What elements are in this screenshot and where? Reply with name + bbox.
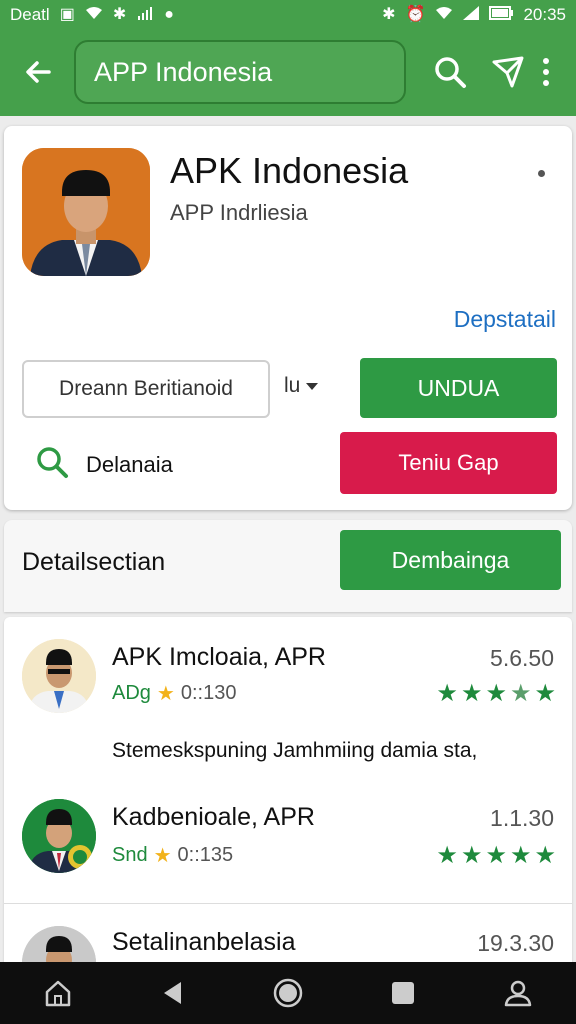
card-menu-dot[interactable] <box>538 170 545 177</box>
back-triangle-icon[interactable] <box>151 971 195 1015</box>
rating-stars: ★ ★ ★ ★ ★ <box>436 841 556 870</box>
language-select[interactable]: lu <box>284 374 319 398</box>
star-icon: ★ <box>485 842 507 869</box>
home-icon[interactable] <box>36 971 80 1015</box>
item-version: 5.6.50 <box>490 645 554 671</box>
alarm-icon: ⏰ <box>405 6 426 23</box>
detail-link[interactable]: Depstatail <box>454 306 556 333</box>
back-arrow-icon[interactable] <box>18 52 58 92</box>
battery-icon <box>489 6 514 24</box>
search-input[interactable]: APP Indonesia <box>74 40 406 104</box>
text-field-value: Dreann Beritianoid <box>59 377 233 400</box>
app-bar: APP Indonesia <box>0 30 576 116</box>
search-icon[interactable] <box>430 52 470 92</box>
app-icon <box>22 148 150 276</box>
section-button[interactable]: Dembainga <box>340 530 561 590</box>
star-icon: ★ <box>436 680 458 707</box>
navigation-bar <box>0 962 576 1024</box>
signal-icon <box>136 6 154 24</box>
signal-icon <box>463 6 480 24</box>
item-meta: Snd ★ 0::135 <box>112 843 233 868</box>
star-icon: ★ <box>485 680 507 707</box>
app-list: APK Imcloaia, APR 5.6.50 ADg ★ 0::130 ★ … <box>4 617 572 967</box>
star-icon: ★ <box>534 680 556 707</box>
item-version: 19.3.30 <box>477 930 554 956</box>
app-card: APK Indonesia APP Indrliesia Depstatail … <box>4 126 572 510</box>
account-icon[interactable] <box>496 971 540 1015</box>
star-icon: ★ <box>156 683 175 705</box>
star-icon: ★ <box>534 842 556 869</box>
list-item[interactable]: Setalinanbelasia 19.3.30 <box>4 904 572 967</box>
item-meta-value: 0::135 <box>177 844 234 866</box>
search-row[interactable]: Delanaia <box>34 444 173 486</box>
circle-icon: ● <box>164 6 174 23</box>
list-item[interactable]: Kadbenioale, APR 1.1.30 Snd ★ 0::135 ★ ★… <box>4 787 572 903</box>
rating-stars: ★ ★ ★ ★ ★ <box>436 679 556 708</box>
item-tag: Snd <box>112 844 148 866</box>
more-vert-icon[interactable] <box>532 52 560 92</box>
recents-square-icon[interactable] <box>381 971 425 1015</box>
avatar <box>22 926 96 967</box>
wifi-icon <box>435 6 453 24</box>
item-meta: ADg ★ 0::130 <box>112 681 236 706</box>
item-version: 1.1.30 <box>490 805 554 831</box>
search-label: Delanaia <box>86 452 173 477</box>
wifi-icon <box>85 6 103 24</box>
star-icon: ★ <box>153 845 172 867</box>
star-icon: ★ <box>460 842 483 869</box>
item-title: Kadbenioale, APR <box>112 803 315 831</box>
star-icon: ★ <box>460 680 483 707</box>
clock-label: 20:35 <box>523 5 566 24</box>
search-icon <box>34 444 70 486</box>
language-select-value: lu <box>284 374 301 397</box>
item-title: APK Imcloaia, APR <box>112 643 326 671</box>
download-button[interactable]: UNDUA <box>360 358 557 418</box>
share-icon[interactable] <box>488 52 528 92</box>
star-icon: ★ <box>509 842 532 869</box>
red-action-button[interactable]: Teniu Gap <box>340 432 557 494</box>
search-text: APP Indonesia <box>94 56 273 87</box>
item-meta-value: 0::130 <box>180 682 237 704</box>
avatar <box>22 639 96 713</box>
star-icon: ★ <box>436 842 458 869</box>
section-title: Detailsectian <box>22 548 166 576</box>
item-description: Stemeskspuning Jamhmiing damia sta, <box>112 739 478 762</box>
item-title: Setalinanbelasia <box>112 928 296 956</box>
item-tag: ADg <box>112 682 151 704</box>
carrier-label: Deatl <box>10 5 50 24</box>
list-item[interactable]: APK Imcloaia, APR 5.6.50 ADg ★ 0::130 ★ … <box>4 617 572 787</box>
chevron-down-icon <box>306 382 319 390</box>
app-subtitle: APP Indrliesia <box>170 200 308 225</box>
text-field[interactable]: Dreann Beritianoid <box>22 360 270 418</box>
home-circle-icon[interactable] <box>266 971 310 1015</box>
notification-icon: ▣ <box>59 6 75 23</box>
status-bar: Deatl ▣ ✱ ● ✱ ⏰ 20:35 <box>0 0 576 30</box>
bluetooth-icon: ✱ <box>382 6 396 23</box>
avatar <box>22 799 96 873</box>
app-name: APK Indonesia <box>170 150 409 191</box>
section-header: Detailsectian Dembainga <box>4 520 572 612</box>
bluetooth-icon: ✱ <box>112 6 127 23</box>
star-icon: ★ <box>509 680 532 707</box>
